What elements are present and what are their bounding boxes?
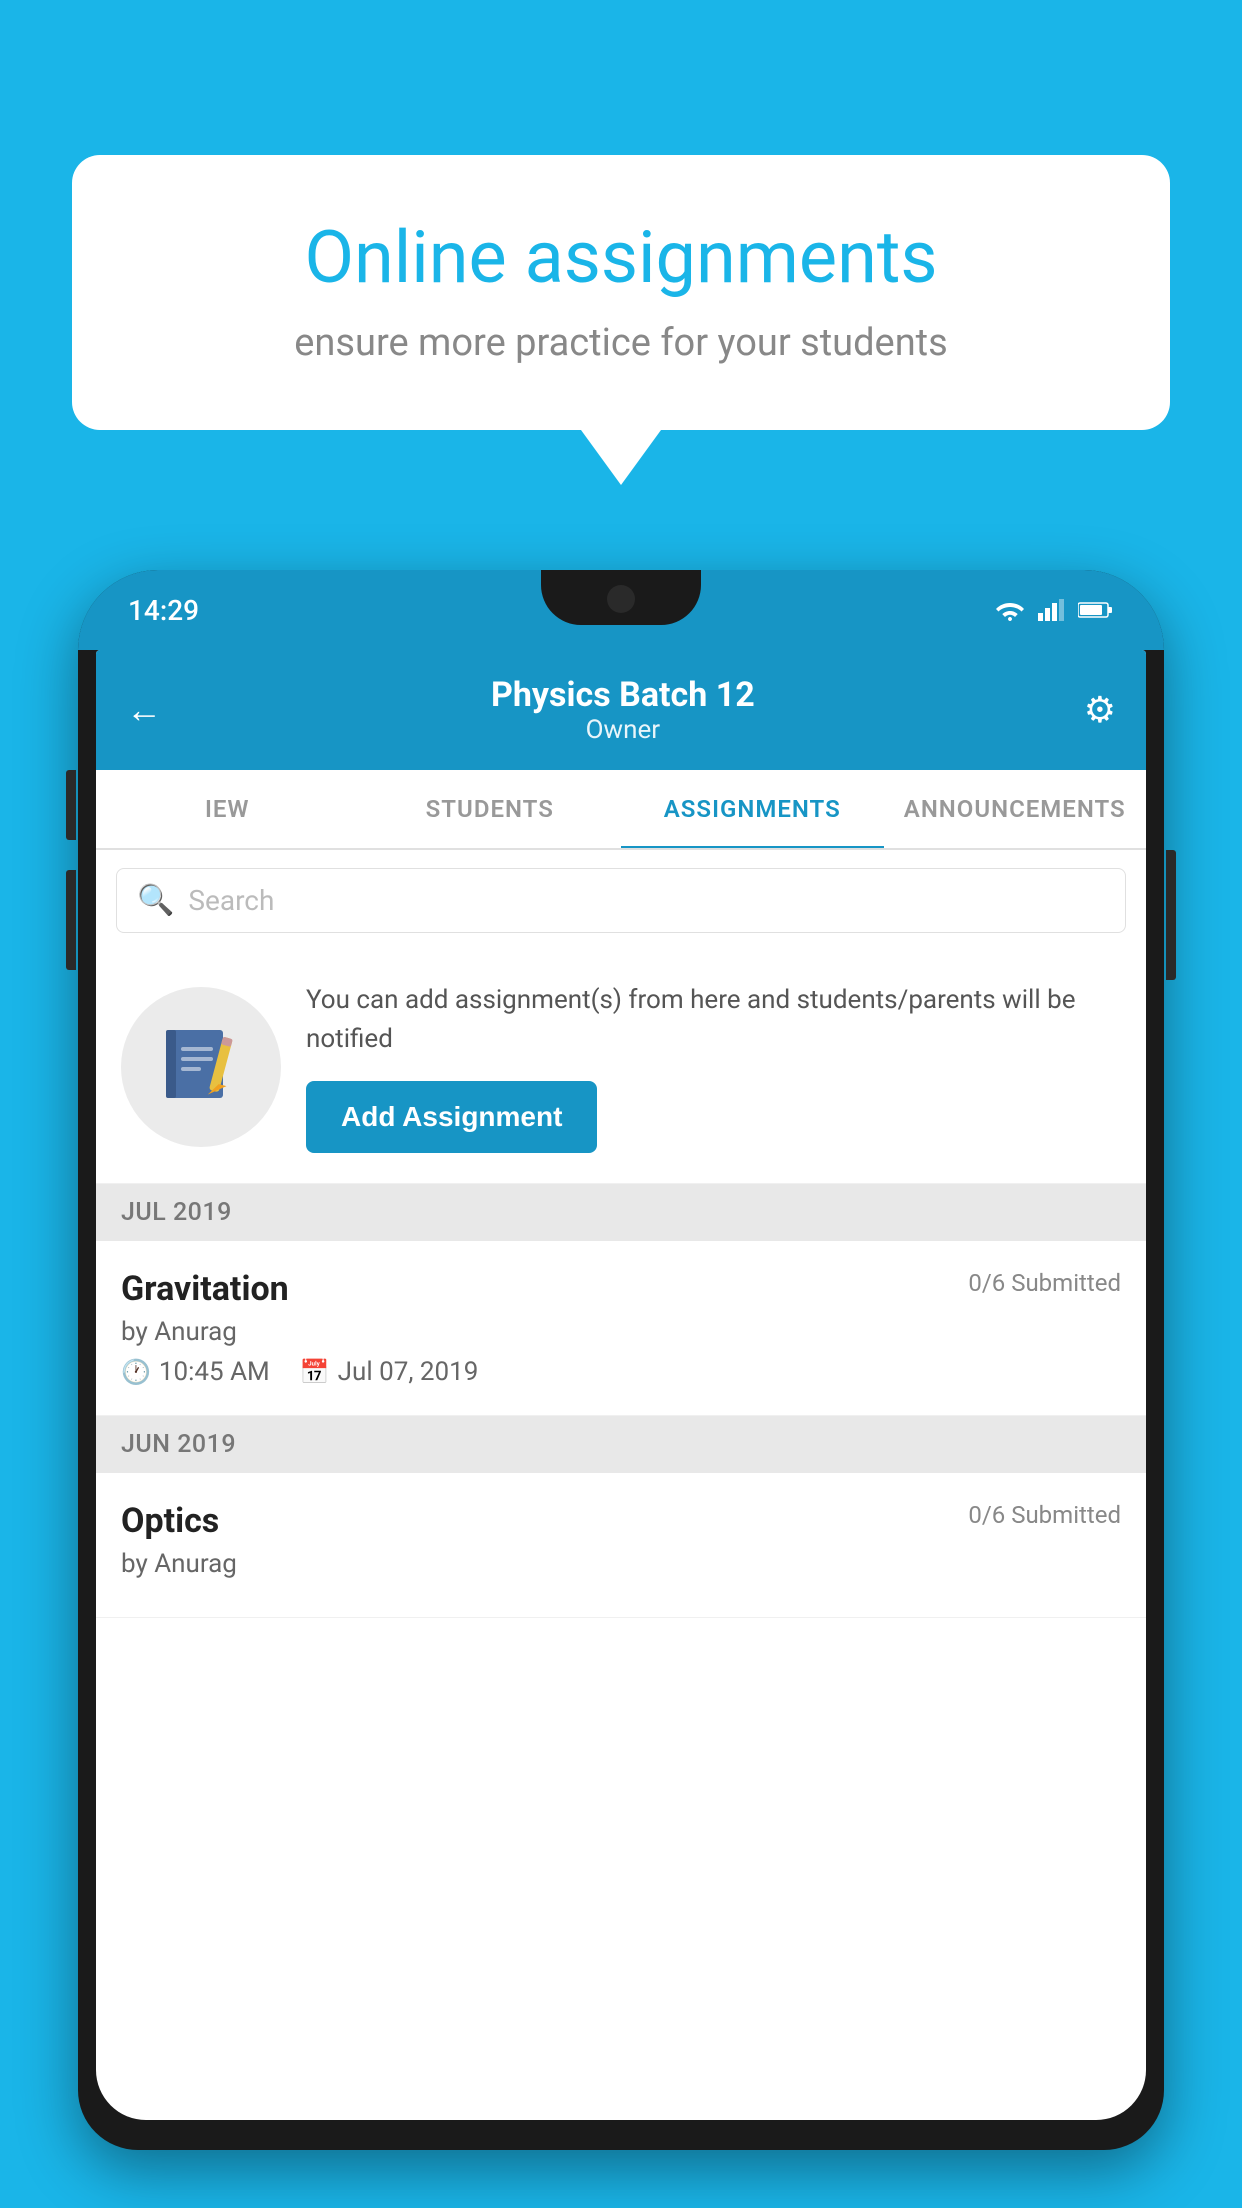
search-input[interactable]: Search xyxy=(188,884,274,917)
back-button[interactable]: ← xyxy=(126,689,162,731)
status-icons xyxy=(994,599,1114,621)
section-header-jul2019: JUL 2019 xyxy=(96,1184,1146,1241)
app-header: ← Physics Batch 12 Owner ⚙ xyxy=(96,650,1146,770)
assignment-title-optics: Optics xyxy=(121,1501,219,1541)
header-center: Physics Batch 12 Owner xyxy=(162,675,1084,745)
header-title: Physics Batch 12 xyxy=(162,675,1084,715)
promo-content: You can add assignment(s) from here and … xyxy=(306,981,1121,1153)
speech-bubble-tail xyxy=(581,430,661,485)
signal-icon xyxy=(1038,599,1066,621)
assignment-submitted-optics: 0/6 Submitted xyxy=(968,1501,1121,1529)
volume-up-button xyxy=(66,770,76,840)
assignment-by: by Anurag xyxy=(121,1317,1121,1347)
assignment-by-optics: by Anurag xyxy=(121,1549,1121,1579)
promo-description: You can add assignment(s) from here and … xyxy=(306,981,1121,1059)
tab-announcements[interactable]: ANNOUNCEMENTS xyxy=(884,770,1147,848)
tabs-container: IEW STUDENTS ASSIGNMENTS ANNOUNCEMENTS xyxy=(96,770,1146,850)
speech-bubble-container: Online assignments ensure more practice … xyxy=(72,155,1170,485)
assignment-item-gravitation[interactable]: Gravitation 0/6 Submitted by Anurag 🕐 10… xyxy=(96,1241,1146,1416)
power-button xyxy=(1166,850,1176,980)
clock-icon: 🕐 xyxy=(121,1358,151,1386)
camera-icon xyxy=(607,585,635,613)
promo-icon-circle xyxy=(121,987,281,1147)
speech-bubble-title: Online assignments xyxy=(142,215,1100,301)
settings-icon[interactable]: ⚙ xyxy=(1084,689,1116,731)
wifi-icon xyxy=(994,599,1026,621)
assignment-time: 🕐 10:45 AM xyxy=(121,1357,270,1387)
tab-iew[interactable]: IEW xyxy=(96,770,359,848)
search-bar[interactable]: 🔍 Search xyxy=(116,868,1126,933)
phone-device: 14:29 xyxy=(78,570,1164,2150)
volume-down-button xyxy=(66,870,76,970)
phone-notch xyxy=(541,570,701,625)
phone-container: 14:29 xyxy=(78,570,1164,2208)
tab-students[interactable]: STUDENTS xyxy=(359,770,622,848)
status-bar: 14:29 xyxy=(78,570,1164,650)
add-assignment-button[interactable]: Add Assignment xyxy=(306,1081,597,1153)
assignment-date: 📅 Jul 07, 2019 xyxy=(300,1357,479,1387)
calendar-icon: 📅 xyxy=(300,1358,330,1386)
assignment-title: Gravitation xyxy=(121,1269,289,1309)
promo-card: You can add assignment(s) from here and … xyxy=(96,951,1146,1184)
phone-screen: ← Physics Batch 12 Owner ⚙ IEW STUDENTS … xyxy=(96,650,1146,2120)
status-time: 14:29 xyxy=(128,594,199,627)
search-icon: 🔍 xyxy=(137,883,174,918)
battery-icon xyxy=(1078,601,1114,619)
assignment-header: Gravitation 0/6 Submitted xyxy=(121,1269,1121,1309)
assignment-submitted: 0/6 Submitted xyxy=(968,1269,1121,1297)
assignment-header-optics: Optics 0/6 Submitted xyxy=(121,1501,1121,1541)
tab-assignments[interactable]: ASSIGNMENTS xyxy=(621,770,884,848)
section-header-jun2019: JUN 2019 xyxy=(96,1416,1146,1473)
header-subtitle: Owner xyxy=(162,715,1084,745)
notebook-icon xyxy=(156,1022,246,1112)
speech-bubble: Online assignments ensure more practice … xyxy=(72,155,1170,430)
search-container: 🔍 Search xyxy=(96,850,1146,951)
assignment-item-optics[interactable]: Optics 0/6 Submitted by Anurag xyxy=(96,1473,1146,1618)
speech-bubble-subtitle: ensure more practice for your students xyxy=(142,321,1100,365)
assignment-meta: 🕐 10:45 AM 📅 Jul 07, 2019 xyxy=(121,1357,1121,1387)
